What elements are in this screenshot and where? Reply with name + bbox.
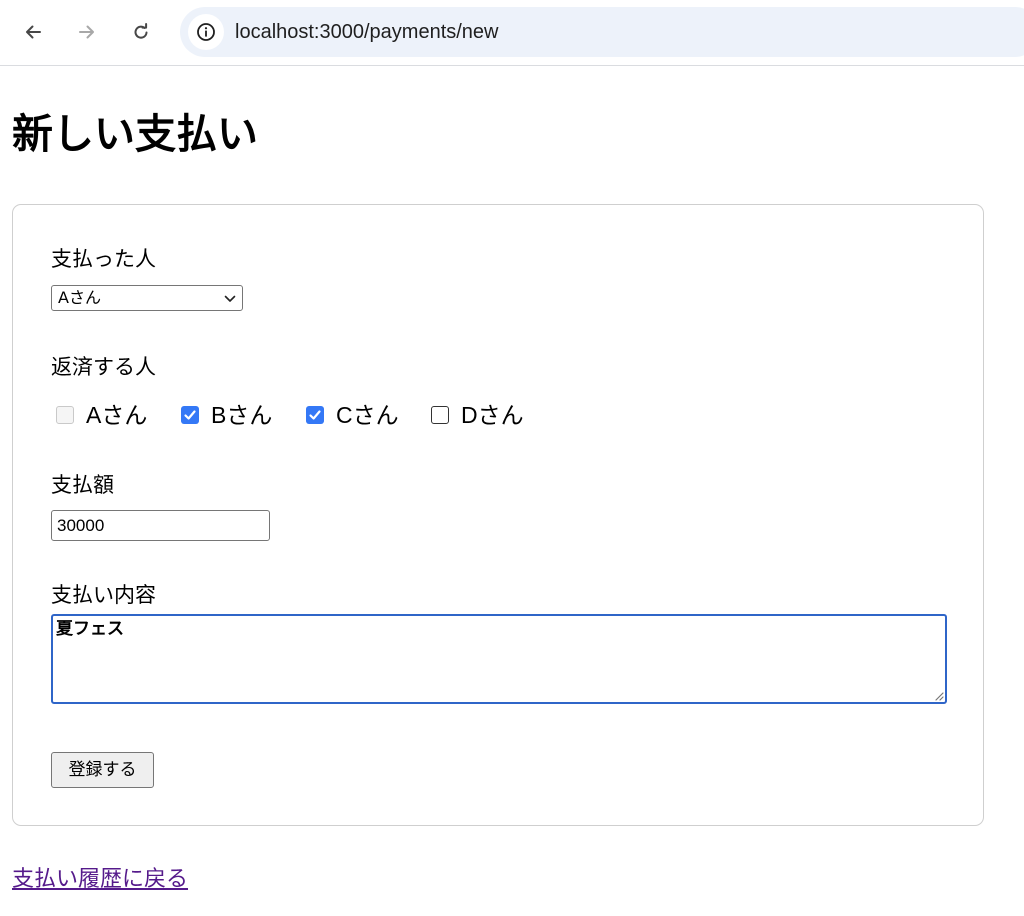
repayer-d-checkbox[interactable] xyxy=(431,406,449,424)
repayer-b-checkbox[interactable] xyxy=(181,406,199,424)
back-button[interactable] xyxy=(15,14,51,50)
payer-select[interactable]: Aさん xyxy=(51,285,243,311)
checkmark-icon xyxy=(184,410,196,420)
page-title: 新しい支払い xyxy=(12,110,258,158)
payment-form: 支払った人 Aさん 返済する人 Aさん Bさん Cさん Dさん 支払額 3000… xyxy=(12,204,984,826)
repayer-c-checkbox[interactable] xyxy=(306,406,324,424)
submit-button-label: 登録する xyxy=(68,760,137,780)
submit-button[interactable]: 登録する xyxy=(51,752,154,788)
repayer-a-label: Aさん xyxy=(86,402,148,428)
repayers-label: 返済する人 xyxy=(51,355,156,379)
back-to-history-link[interactable]: 支払い履歴に戻る xyxy=(12,865,188,895)
forward-button[interactable] xyxy=(69,14,105,50)
checkmark-icon xyxy=(309,410,321,420)
repayer-c-label[interactable]: Cさん xyxy=(336,400,399,430)
payer-select-value: Aさん xyxy=(58,288,101,307)
browser-toolbar: localhost:3000/payments/new xyxy=(0,0,1024,66)
reload-button[interactable] xyxy=(123,14,159,50)
amount-label: 支払額 xyxy=(51,473,114,497)
amount-input[interactable]: 30000 xyxy=(51,510,270,541)
reload-icon xyxy=(134,23,148,39)
repayer-a-checkbox xyxy=(56,406,74,424)
back-arrow-icon xyxy=(26,25,41,39)
amount-value: 30000 xyxy=(57,516,105,535)
info-icon xyxy=(197,23,215,41)
description-value: 夏フェス xyxy=(56,619,124,639)
description-textarea[interactable]: 夏フェス xyxy=(51,614,947,704)
resize-handle-icon[interactable] xyxy=(934,691,944,701)
repayer-b-label[interactable]: Bさん xyxy=(211,400,272,430)
chevron-down-icon xyxy=(224,295,236,302)
forward-arrow-icon xyxy=(79,25,94,39)
payer-label: 支払った人 xyxy=(51,247,156,271)
description-label: 支払い内容 xyxy=(51,583,156,607)
url-text[interactable]: localhost:3000/payments/new xyxy=(235,20,499,44)
site-info-button[interactable] xyxy=(188,14,224,50)
repayer-d-label[interactable]: Dさん xyxy=(461,400,524,430)
address-bar[interactable]: localhost:3000/payments/new xyxy=(180,7,1024,57)
